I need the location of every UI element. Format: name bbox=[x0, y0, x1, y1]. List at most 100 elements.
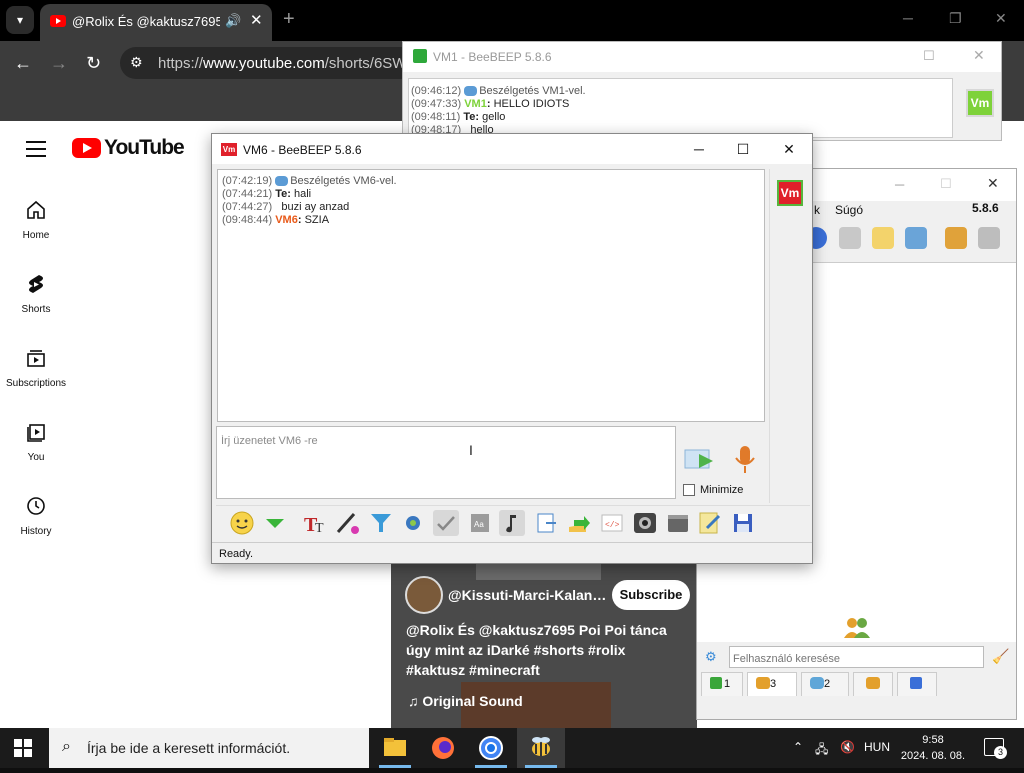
font-color-icon[interactable] bbox=[335, 510, 361, 536]
send-message-button[interactable] bbox=[683, 444, 717, 476]
youtube-logo-icon[interactable] bbox=[72, 138, 101, 158]
tab-network[interactable] bbox=[897, 672, 937, 696]
maximize-icon[interactable]: ☐ bbox=[940, 176, 952, 192]
tab-chats[interactable]: 2 bbox=[801, 672, 849, 696]
site-info-icon[interactable]: ⚙ bbox=[130, 54, 143, 71]
notification-center-icon[interactable]: 3 bbox=[984, 738, 1007, 759]
menu-help[interactable]: Súgó bbox=[835, 203, 863, 217]
tab-online-users[interactable]: 1 bbox=[701, 672, 743, 696]
toolbar-edit-icon[interactable] bbox=[872, 227, 894, 249]
show-hidden-icons-chevron-icon[interactable]: ⌃ bbox=[793, 740, 803, 754]
word-complete-icon[interactable]: Aa bbox=[467, 510, 493, 536]
sidebar-item-subscriptions[interactable]: Subscriptions bbox=[0, 346, 72, 406]
close-icon[interactable]: ✕ bbox=[973, 47, 985, 64]
browser-tab[interactable]: @Rolix És @kaktusz7695 Poi Poi tánca 🔊 ✕ bbox=[40, 4, 272, 41]
emoticon-icon[interactable] bbox=[229, 510, 255, 536]
user-search-input[interactable] bbox=[729, 646, 984, 668]
tab-groups[interactable] bbox=[853, 672, 893, 696]
toolbar-users-icon[interactable] bbox=[945, 227, 967, 249]
groups-icon bbox=[866, 677, 880, 689]
channel-name[interactable]: @Kissuti-Marci-Kalandjai bbox=[448, 587, 608, 603]
menu-item[interactable]: k bbox=[814, 203, 820, 217]
you-icon bbox=[27, 424, 45, 442]
volume-muted-icon[interactable]: 🔇 bbox=[840, 740, 855, 754]
sound-notification-icon[interactable] bbox=[499, 510, 525, 536]
chat-bubble-icon bbox=[275, 176, 289, 187]
forward-button[interactable]: → bbox=[50, 53, 68, 74]
maximize-icon[interactable]: ☐ bbox=[923, 48, 935, 64]
toolbar-send-file-icon[interactable] bbox=[839, 227, 861, 249]
window-title: VM6 - BeeBEEP 5.8.6 bbox=[243, 143, 362, 157]
send-file-icon[interactable] bbox=[566, 510, 592, 536]
message-input[interactable] bbox=[217, 427, 675, 451]
filter-icon[interactable] bbox=[368, 510, 394, 536]
contact-avatar[interactable]: Vm bbox=[966, 89, 994, 117]
toolbar-settings-icon[interactable] bbox=[905, 227, 927, 249]
tab-all-users[interactable]: 3 bbox=[747, 672, 797, 696]
message-compose-area[interactable]: I bbox=[216, 426, 676, 499]
new-tab-button[interactable]: + bbox=[283, 8, 295, 31]
start-button[interactable] bbox=[14, 739, 32, 757]
audio-playing-icon[interactable]: 🔊 bbox=[225, 13, 241, 29]
sidebar-item-history[interactable]: History bbox=[0, 494, 72, 554]
minimize-label: Minimize bbox=[700, 484, 744, 496]
spellcheck-icon[interactable] bbox=[433, 510, 459, 536]
subscribe-button[interactable]: Subscribe bbox=[612, 580, 690, 610]
minimize-icon[interactable]: ─ bbox=[903, 10, 913, 26]
youtube-wordmark[interactable]: YouTube bbox=[104, 136, 185, 160]
save-chat-icon[interactable] bbox=[534, 510, 560, 536]
close-icon[interactable]: ✕ bbox=[987, 175, 999, 192]
reload-button[interactable]: ↻ bbox=[86, 53, 101, 74]
html-code-icon[interactable]: </> bbox=[599, 510, 625, 536]
beebeep-app-icon: Vm bbox=[221, 143, 237, 156]
taskbar-file-explorer[interactable] bbox=[371, 728, 419, 768]
back-button[interactable]: ← bbox=[14, 53, 32, 74]
dropdown-arrow-icon[interactable] bbox=[262, 510, 288, 536]
taskbar-search-box[interactable]: ⌕ Írja be ide a keresett információt. bbox=[49, 728, 369, 768]
sidebar-item-home[interactable]: Home bbox=[0, 198, 72, 258]
save-icon[interactable] bbox=[730, 510, 756, 536]
close-icon[interactable]: ✕ bbox=[779, 140, 799, 158]
firefox-icon bbox=[432, 737, 454, 759]
url-text[interactable]: https://www.youtube.com/shorts/6SW4 bbox=[158, 55, 420, 72]
taskbar-beebeep[interactable] bbox=[517, 728, 565, 768]
settings-gear-icon[interactable] bbox=[400, 510, 426, 536]
search-placeholder: Írja be ide a keresett információt. bbox=[87, 740, 291, 756]
toolbar-trash-icon[interactable] bbox=[978, 227, 1000, 249]
beebeep-chat-window-vm6[interactable]: Vm VM6 - BeeBEEP 5.8.6 ─ ☐ ✕ (07:42:19) … bbox=[211, 133, 813, 564]
window-titlebar[interactable]: VM1 - BeeBEEP 5.8.6 ☐ ✕ bbox=[403, 42, 1001, 72]
restore-icon[interactable]: ❐ bbox=[949, 10, 962, 27]
sidebar-item-you[interactable]: You bbox=[0, 420, 72, 480]
chat-bubble-icon bbox=[464, 86, 478, 97]
input-language[interactable]: HUN bbox=[864, 740, 890, 754]
taskbar-chrome[interactable] bbox=[467, 728, 515, 768]
address-bar[interactable]: ⚙ https://www.youtube.com/shorts/6SW4 bbox=[120, 47, 420, 79]
screenshot-icon[interactable] bbox=[632, 510, 658, 536]
voice-message-button[interactable] bbox=[732, 444, 758, 476]
minimize-icon[interactable]: ─ bbox=[895, 177, 904, 192]
minimize-checkbox[interactable] bbox=[683, 484, 695, 496]
maximize-icon[interactable]: ☐ bbox=[733, 140, 753, 158]
video-description[interactable]: @Rolix És @kaktusz7695 Poi Poi tánca úgy… bbox=[406, 620, 686, 680]
beebeep-chat-window-vm1[interactable]: VM1 - BeeBEEP 5.8.6 ☐ ✕ (09:46:12) Beszé… bbox=[402, 41, 1002, 141]
font-style-icon[interactable]: TT bbox=[302, 510, 328, 536]
window-titlebar[interactable]: Vm VM6 - BeeBEEP 5.8.6 ─ ☐ ✕ bbox=[212, 134, 812, 164]
search-settings-icon[interactable]: ⚙ bbox=[705, 649, 717, 665]
network-icon[interactable]: 🖧 bbox=[815, 740, 828, 761]
taskbar-clock[interactable]: 9:58 2024. 08. 08. bbox=[895, 732, 971, 764]
shorts-video-player[interactable]: @Kissuti-Marci-Kalandjai Subscribe @Roli… bbox=[391, 564, 697, 728]
tab-close-icon[interactable]: ✕ bbox=[250, 11, 263, 29]
close-window-icon[interactable]: ✕ bbox=[995, 10, 1007, 27]
subscriptions-icon bbox=[27, 350, 45, 367]
edit-note-icon[interactable] bbox=[697, 510, 723, 536]
video-call-icon[interactable] bbox=[665, 510, 691, 536]
hamburger-menu-icon[interactable] bbox=[26, 141, 46, 157]
clear-search-icon[interactable]: 🧹 bbox=[992, 648, 1009, 665]
original-sound-link[interactable]: ♫ Original Sound bbox=[408, 693, 523, 709]
contact-avatar[interactable]: Vm bbox=[777, 180, 803, 206]
channel-avatar[interactable] bbox=[405, 576, 443, 614]
taskbar-firefox[interactable] bbox=[419, 728, 467, 768]
minimize-icon[interactable]: ─ bbox=[689, 140, 709, 158]
tab-search-button[interactable]: ▾ bbox=[6, 6, 34, 34]
sidebar-item-shorts[interactable]: Shorts bbox=[0, 272, 72, 332]
